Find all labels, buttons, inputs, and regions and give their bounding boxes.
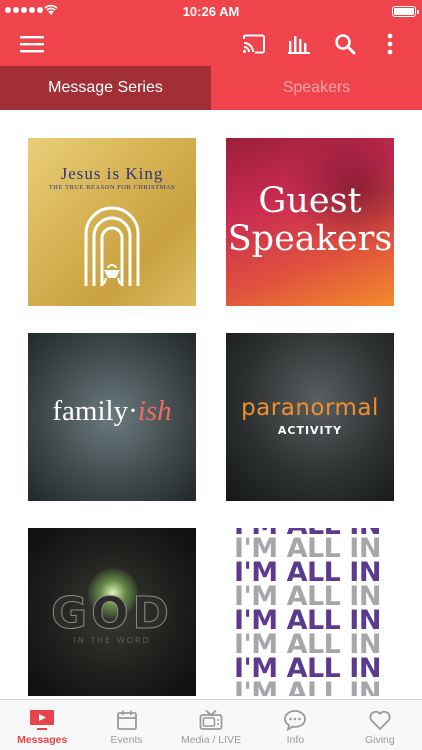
tab-message-series[interactable]: Message Series xyxy=(0,66,211,110)
tab-info[interactable]: Info xyxy=(253,700,337,750)
tab-speakers[interactable]: Speakers xyxy=(211,66,422,110)
series-card-god[interactable]: GOD IN THE WORD xyxy=(28,528,196,696)
tab-label: Giving xyxy=(364,734,395,746)
series-card-im-all-in[interactable]: I'M ALL IN I'M ALL IN I'M ALL IN I'M ALL… xyxy=(226,528,394,696)
cast-icon[interactable] xyxy=(234,22,274,66)
tab-media-live[interactable]: Media / LIVE xyxy=(169,700,253,750)
audio-bars-icon[interactable] xyxy=(280,22,320,66)
hamburger-menu-icon[interactable] xyxy=(12,22,52,66)
tv-play-icon xyxy=(30,710,55,730)
series-card-paranormal-activity[interactable]: paranormal ACTIVITY xyxy=(226,333,394,501)
calendar-icon xyxy=(116,710,137,730)
status-time: 10:26 AM xyxy=(182,4,240,19)
tab-messages[interactable]: Messages xyxy=(0,700,84,750)
series-subtitle: IN THE WORD xyxy=(73,636,151,645)
tab-giving[interactable]: Giving xyxy=(338,700,422,750)
tab-label: Events xyxy=(110,734,143,746)
heart-icon xyxy=(369,710,391,730)
television-icon xyxy=(199,709,223,730)
segment-tabs: Message Series Speakers xyxy=(0,66,422,110)
tab-events[interactable]: Events xyxy=(84,700,168,750)
series-title: GOD xyxy=(50,588,174,640)
series-card-family-ish[interactable]: family·ish xyxy=(28,333,196,501)
status-bar: 10:26 AM xyxy=(0,0,422,22)
app-screen: 10:26 AM Message Series Speakers Jesus i… xyxy=(0,0,422,750)
more-vertical-icon[interactable] xyxy=(370,22,410,66)
tab-label: Media / LIVE xyxy=(180,734,242,746)
app-bar xyxy=(0,22,422,66)
tab-label: Messages xyxy=(17,734,68,746)
series-card-jesus-is-king[interactable]: Jesus is King THE TRUE REASON FOR CHRIST… xyxy=(28,138,196,306)
arch-manger-icon xyxy=(84,206,140,286)
battery-icon xyxy=(392,6,419,17)
series-card-guest-speakers[interactable]: Guest Speakers xyxy=(226,138,394,306)
bottom-tab-bar: Messages Events Media / LIVE Info Giving xyxy=(0,699,422,750)
series-grid: Jesus is King THE TRUE REASON FOR CHRIST… xyxy=(0,110,422,698)
series-title: Jesus is King xyxy=(60,164,164,183)
series-title: paranormal xyxy=(241,395,379,421)
chat-bubble-icon xyxy=(284,710,307,731)
tab-label: Info xyxy=(286,734,305,746)
all-in-row: I'M ALL IN xyxy=(234,677,381,696)
series-subtitle: THE TRUE REASON FOR CHRISTMAS xyxy=(48,184,176,191)
series-subtitle: ACTIVITY xyxy=(277,424,343,437)
series-title: family·ish xyxy=(52,395,172,427)
search-icon[interactable] xyxy=(325,22,365,66)
series-title: Guest Speakers xyxy=(227,181,393,259)
